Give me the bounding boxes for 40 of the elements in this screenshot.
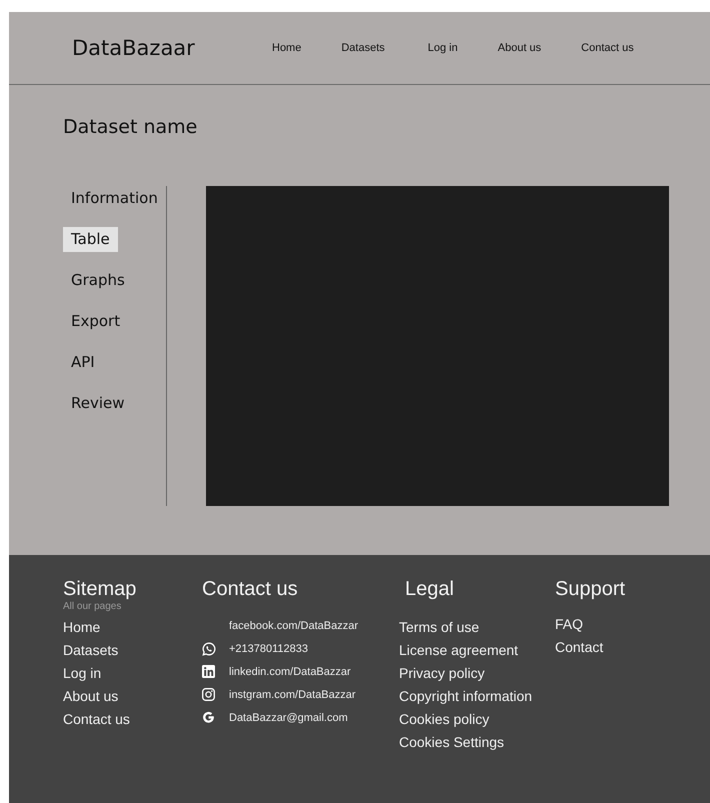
camera-icon (202, 688, 215, 701)
nav-link[interactable]: Datasets (341, 42, 385, 54)
site-logo[interactable]: DataBazaar (72, 36, 222, 60)
footer-heading: Sitemap (63, 577, 136, 601)
nav-link[interactable]: Home (272, 42, 302, 54)
footer-link[interactable]: FAQ (555, 613, 584, 636)
footer-link[interactable]: Copyright information (399, 685, 532, 708)
nav-link[interactable]: Contact us (581, 42, 634, 54)
in-logo-icon (202, 665, 215, 678)
footer-heading: Support (555, 577, 626, 601)
dataset-title: Dataset name (63, 116, 198, 140)
sidebar-item[interactable]: Export (63, 309, 128, 334)
contact-detail[interactable]: +213780112833 (229, 642, 308, 654)
footer-link[interactable]: Contact (555, 636, 604, 659)
chat-phone-icon (202, 642, 216, 656)
sidebar-item[interactable]: Review (63, 391, 133, 416)
sidebar-item[interactable]: Table (63, 227, 118, 252)
footer-subtitle: All our pages (63, 601, 122, 613)
contact-detail[interactable]: linkedin.com/DataBazzar (229, 666, 351, 678)
g-logo-icon (202, 711, 215, 724)
nav-link[interactable]: About us (498, 42, 542, 54)
footer-link[interactable]: Datasets (63, 639, 118, 662)
footer-heading: Legal (405, 577, 454, 601)
sidebar-item[interactable]: API (63, 350, 103, 375)
footer-link[interactable]: Log in (63, 662, 102, 685)
footer-link[interactable]: About us (63, 685, 118, 708)
contact-detail[interactable]: facebook.com/DataBazzar (229, 620, 358, 632)
footer-heading: Contact us (202, 577, 298, 601)
footer-link[interactable]: Cookies policy (399, 708, 490, 731)
footer-link[interactable]: License agreement (399, 639, 518, 662)
footer-link[interactable]: Privacy policy (399, 662, 485, 685)
contact-detail[interactable]: instgram.com/DataBazzar (229, 688, 356, 700)
footer-link[interactable]: Cookies Settings (399, 731, 504, 754)
footer-link[interactable]: Terms of use (399, 616, 480, 639)
sidebar-item[interactable]: Graphs (63, 268, 133, 293)
nav-link[interactable]: Log in (428, 42, 458, 54)
footer-link[interactable]: Home (63, 616, 100, 639)
contact-detail[interactable]: DataBazzar@gmail.com (229, 712, 348, 724)
footer-link[interactable]: Contact us (63, 708, 130, 731)
sidebar-item[interactable]: Information (63, 186, 166, 211)
